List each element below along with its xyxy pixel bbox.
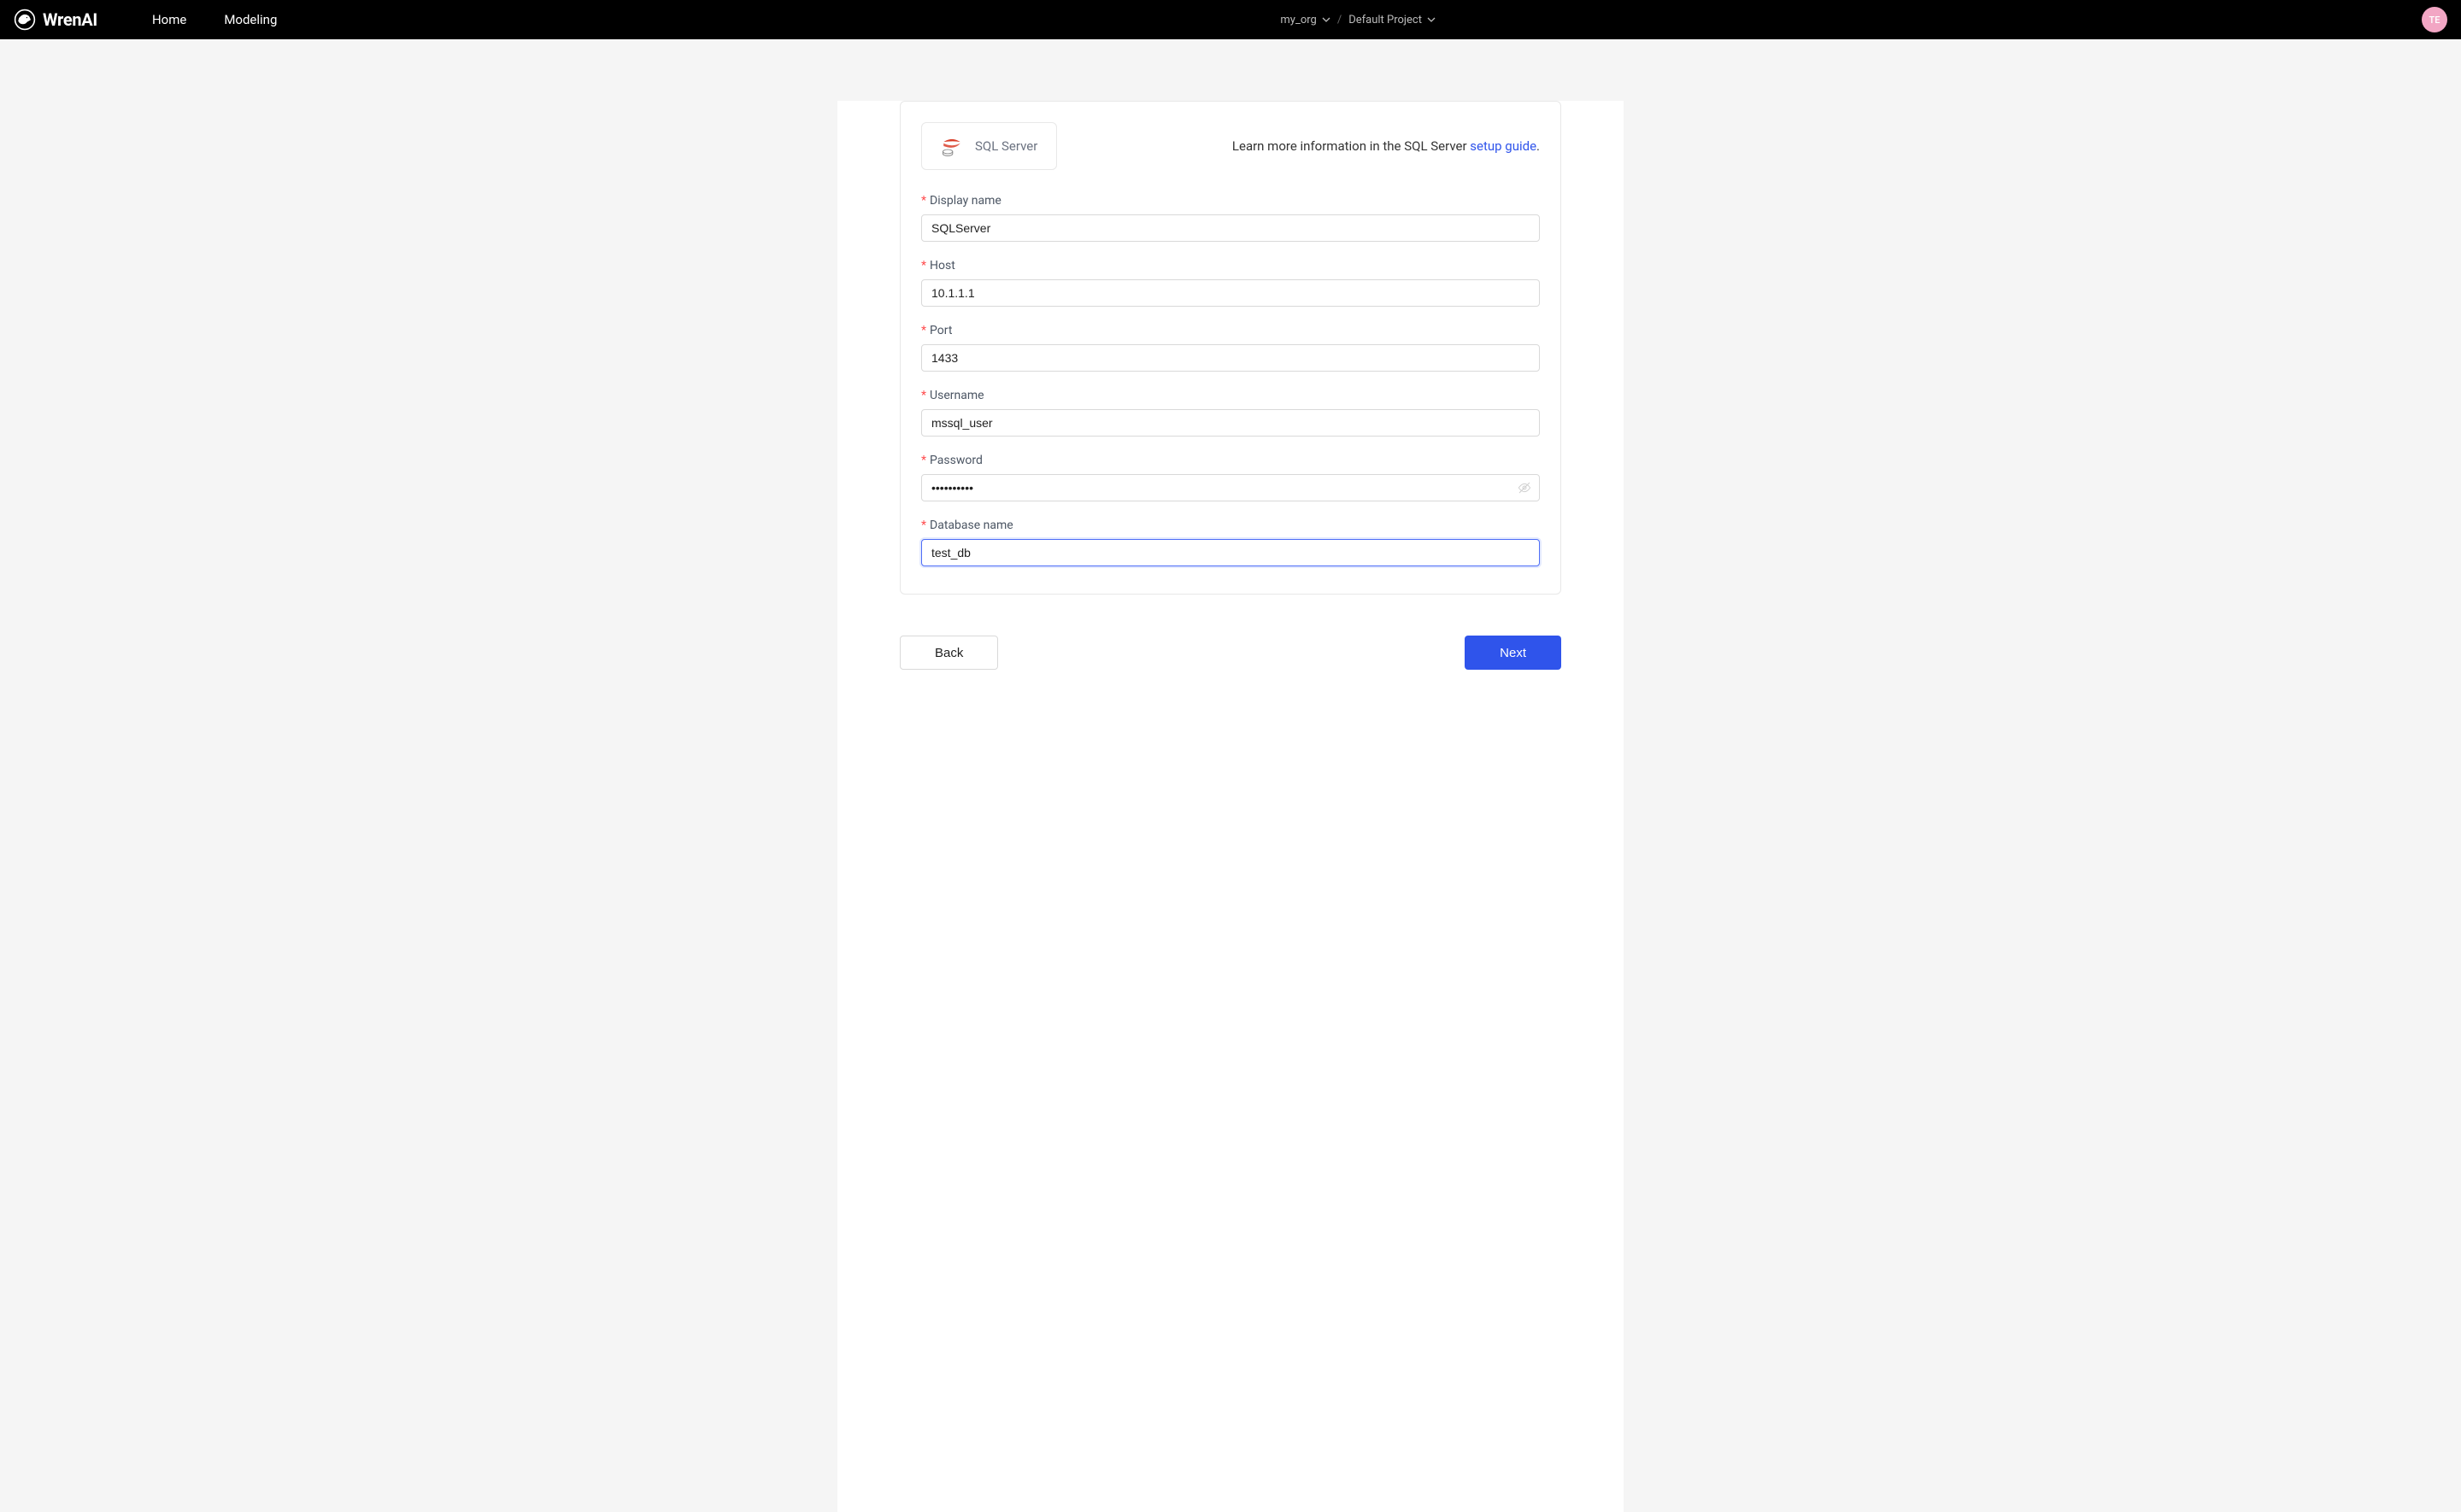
org-selector[interactable]: my_org — [1280, 14, 1330, 26]
wren-logo-icon — [14, 9, 36, 31]
field-database-name: *Database name — [921, 519, 1540, 566]
datasource-info: Learn more information in the SQL Server… — [1232, 138, 1540, 154]
project-selector[interactable]: Default Project — [1348, 14, 1436, 26]
page-container: SQL Server Learn more information in the… — [837, 101, 1624, 1512]
nav-modeling[interactable]: Modeling — [207, 0, 294, 39]
project-name: Default Project — [1348, 14, 1422, 26]
setup-guide-link[interactable]: setup guide — [1470, 138, 1536, 154]
next-button[interactable]: Next — [1465, 636, 1561, 670]
back-button[interactable]: Back — [900, 636, 998, 670]
datasource-badge: SQL Server — [921, 122, 1057, 170]
password-label: *Password — [921, 454, 1540, 467]
host-label: *Host — [921, 259, 1540, 273]
chevron-down-icon — [1427, 17, 1436, 22]
database-name-input[interactable] — [921, 539, 1540, 566]
username-input[interactable] — [921, 409, 1540, 437]
field-host: *Host — [921, 259, 1540, 307]
port-input[interactable] — [921, 344, 1540, 372]
username-label: *Username — [921, 389, 1540, 402]
field-username: *Username — [921, 389, 1540, 437]
org-name: my_org — [1280, 14, 1316, 26]
logo[interactable]: WrenAI — [14, 9, 97, 31]
field-display-name: *Display name — [921, 194, 1540, 242]
port-label: *Port — [921, 324, 1540, 337]
app-header: WrenAI Home Modeling my_org / Default Pr… — [0, 0, 2461, 39]
host-input[interactable] — [921, 279, 1540, 307]
sql-server-icon — [941, 135, 963, 157]
breadcrumb-separator: / — [1337, 14, 1342, 26]
connection-form-card: SQL Server Learn more information in the… — [900, 101, 1561, 595]
datasource-header: SQL Server Learn more information in the… — [921, 122, 1540, 170]
breadcrumb: my_org / Default Project — [297, 14, 2418, 26]
user-avatar[interactable]: TE — [2422, 7, 2447, 32]
field-port: *Port — [921, 324, 1540, 372]
display-name-label: *Display name — [921, 194, 1540, 208]
datasource-label: SQL Server — [975, 138, 1037, 154]
display-name-input[interactable] — [921, 214, 1540, 242]
field-password: *Password — [921, 454, 1540, 501]
chevron-down-icon — [1322, 17, 1330, 22]
info-suffix: . — [1536, 138, 1540, 154]
brand-name: WrenAI — [43, 9, 97, 30]
eye-off-icon[interactable] — [1518, 481, 1531, 495]
form-actions: Back Next — [900, 636, 1561, 670]
password-input[interactable] — [921, 474, 1540, 501]
info-prefix: Learn more information in the SQL Server — [1232, 138, 1470, 154]
database-name-label: *Database name — [921, 519, 1540, 532]
avatar-initials: TE — [2429, 15, 2440, 26]
nav-home[interactable]: Home — [135, 0, 203, 39]
